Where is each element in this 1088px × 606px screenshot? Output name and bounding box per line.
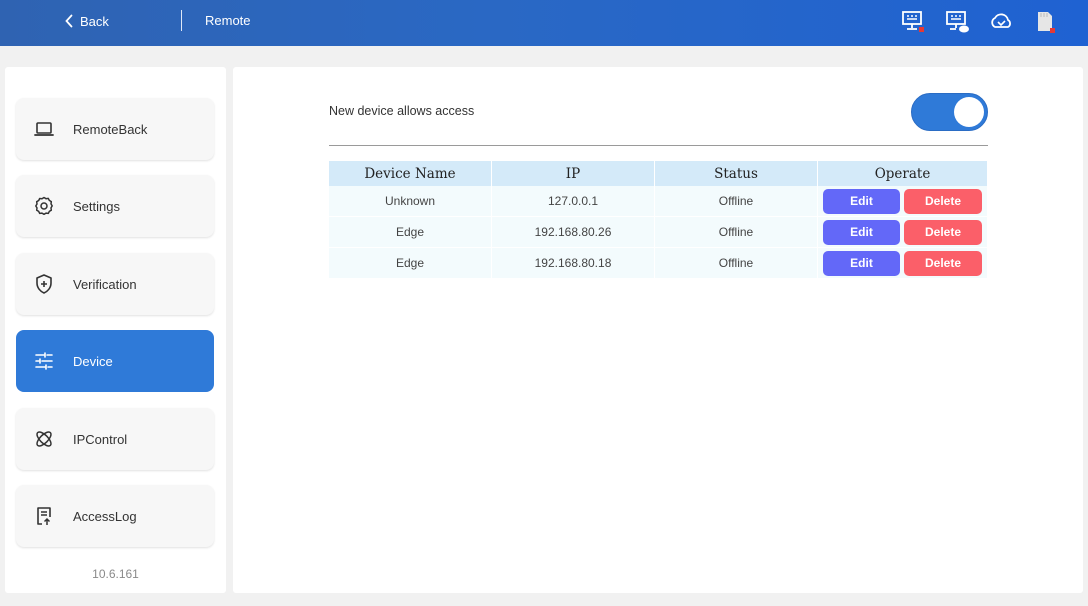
device-table: Device Name IP Status Operate Unknown 12… [329, 161, 987, 279]
header-divider [181, 10, 182, 31]
sd-card-error-icon [1032, 9, 1058, 35]
status-icons [900, 9, 1058, 35]
gear-icon [33, 195, 55, 217]
sidebar-item-label: IPControl [73, 431, 128, 447]
table-row: Unknown 127.0.0.1 Offline Edit Delete [329, 186, 987, 217]
sidebar: RemoteBack Settings Verification Device … [5, 67, 226, 593]
delete-button[interactable]: Delete [904, 219, 982, 245]
sidebar-item-label: Verification [73, 276, 137, 292]
status-cell: Offline [655, 248, 817, 279]
device-name-cell: Edge [329, 248, 491, 279]
column-header: IP [492, 161, 654, 186]
network-cloud-icon [944, 9, 970, 35]
column-header: Operate [818, 161, 987, 186]
sidebar-item-label: Settings [73, 198, 120, 214]
top-bar: Back Remote [0, 0, 1088, 46]
table-row: Edge 192.168.80.26 Offline Edit Delete [329, 217, 987, 248]
column-header: Status [655, 161, 817, 186]
ip-cell: 192.168.80.26 [492, 217, 654, 248]
sliders-icon [33, 350, 55, 372]
access-toggle-label: New device allows access [329, 104, 475, 118]
status-cell: Offline [655, 217, 817, 248]
back-label: Back [80, 13, 109, 29]
device-panel: New device allows access Device Name IP … [233, 67, 1083, 593]
shield-plus-icon [33, 273, 55, 295]
status-cell: Offline [655, 186, 817, 217]
toggle-knob [954, 97, 984, 127]
ip-cell: 192.168.80.18 [492, 248, 654, 279]
ip-cell: 127.0.0.1 [492, 186, 654, 217]
page-title: Remote [205, 13, 251, 28]
operate-cell: Edit Delete [818, 248, 987, 279]
log-upload-icon [33, 505, 55, 527]
delete-button[interactable]: Delete [904, 250, 982, 276]
sidebar-item-settings[interactable]: Settings [16, 175, 214, 237]
atom-icon [33, 428, 55, 450]
edit-button[interactable]: Edit [823, 250, 900, 276]
table-row: Edge 192.168.80.18 Offline Edit Delete [329, 248, 987, 279]
edit-button[interactable]: Edit [823, 188, 900, 214]
edit-button[interactable]: Edit [823, 219, 900, 245]
operate-cell: Edit Delete [818, 217, 987, 248]
device-name-cell: Unknown [329, 186, 491, 217]
back-button[interactable]: Back [64, 12, 109, 30]
sidebar-item-label: AccessLog [73, 508, 137, 524]
sidebar-item-label: Device [73, 353, 113, 369]
cloud-sync-icon [988, 9, 1014, 35]
laptop-icon [33, 118, 55, 140]
table-header: Device Name IP Status Operate [329, 161, 987, 186]
sidebar-item-verification[interactable]: Verification [16, 253, 214, 315]
section-divider [329, 145, 988, 146]
sidebar-item-device[interactable]: Device [16, 330, 214, 392]
sidebar-item-accesslog[interactable]: AccessLog [16, 485, 214, 547]
network-error-icon [900, 9, 926, 35]
sidebar-item-ipcontrol[interactable]: IPControl [16, 408, 214, 470]
sidebar-item-label: RemoteBack [73, 121, 148, 137]
operate-cell: Edit Delete [818, 186, 987, 217]
sidebar-item-remoteback[interactable]: RemoteBack [16, 98, 214, 160]
delete-button[interactable]: Delete [904, 188, 982, 214]
device-name-cell: Edge [329, 217, 491, 248]
access-toggle[interactable] [911, 93, 988, 131]
version-label: 10.6.161 [92, 567, 139, 581]
chevron-left-icon [65, 14, 73, 28]
column-header: Device Name [329, 161, 491, 186]
